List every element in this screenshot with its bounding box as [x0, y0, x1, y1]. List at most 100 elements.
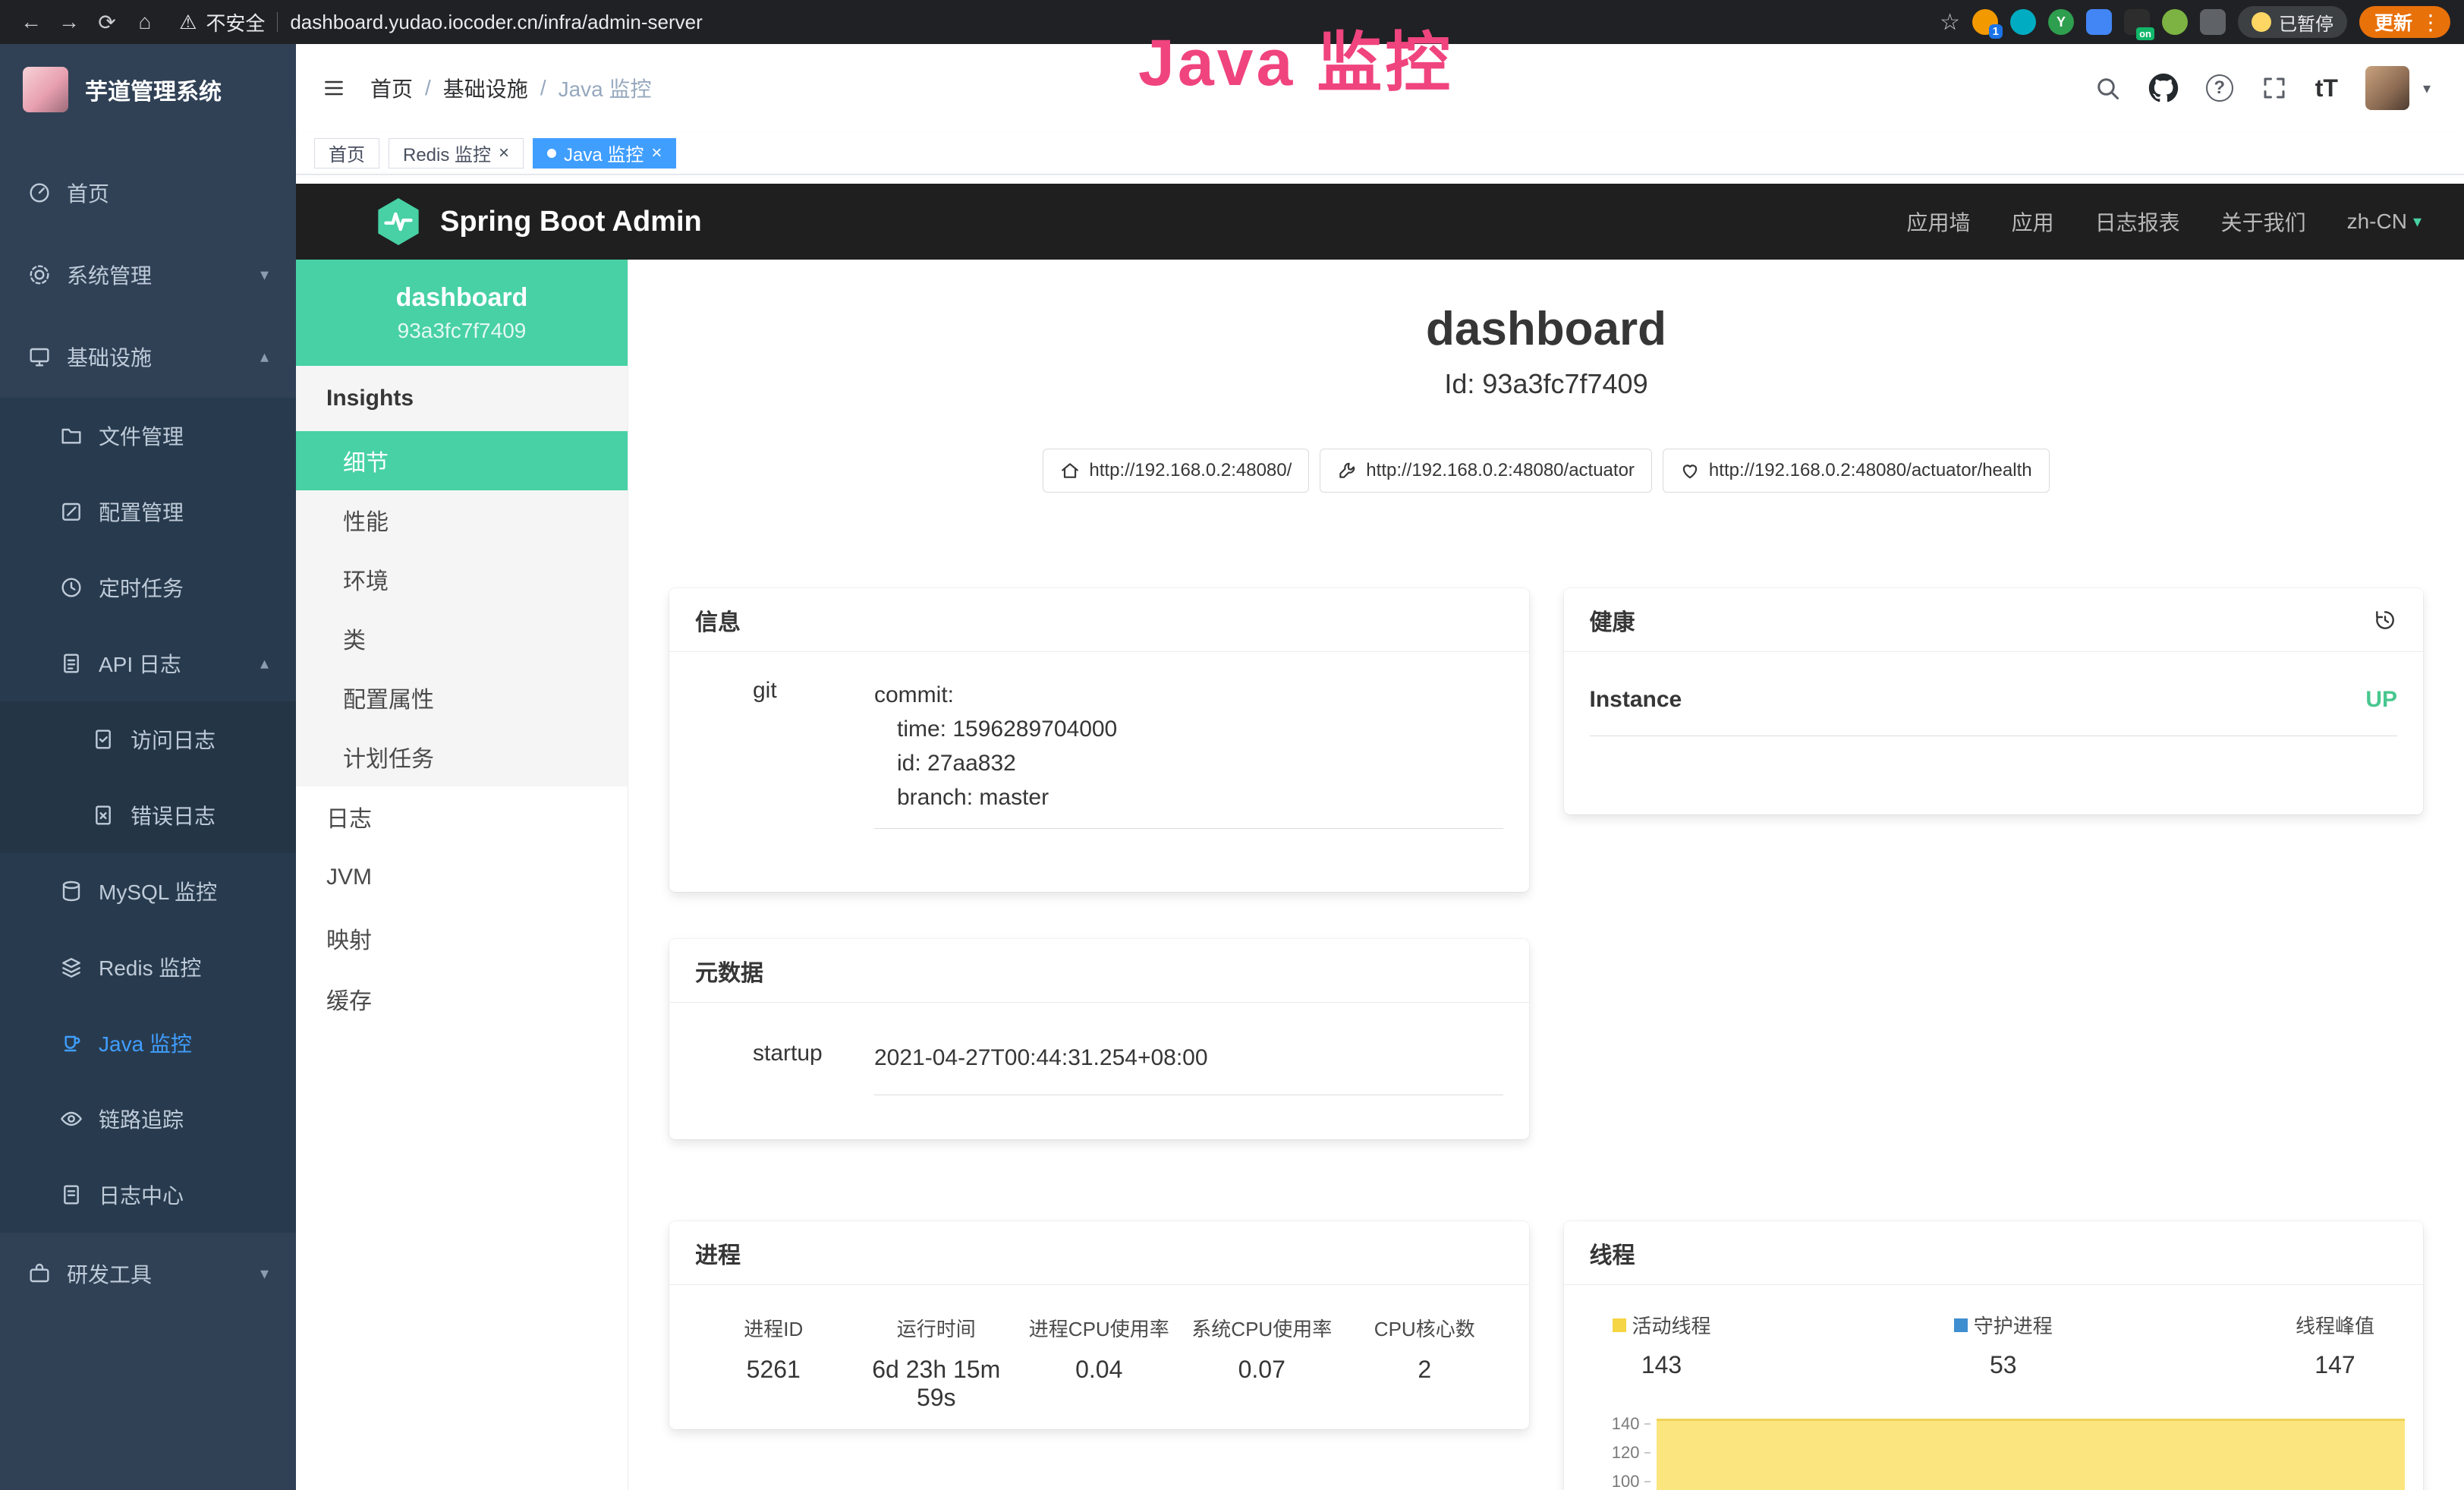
sba-menu-logs[interactable]: 日志 — [296, 786, 628, 847]
actuator-url-link[interactable]: http://192.168.0.2:48080/actuator — [1320, 449, 1652, 493]
extension-icon-1[interactable]: 1 — [1972, 9, 1998, 35]
sba-header: Spring Boot Admin 应用墙 应用 日志报表 关于我们 zh-CN… — [296, 184, 2464, 260]
extension-icon-5[interactable]: on — [2124, 9, 2150, 35]
sidebar-item-access-logs[interactable]: 访问日志 — [0, 701, 296, 777]
extension-icon-2[interactable] — [2010, 9, 2036, 35]
sba-menu-environment[interactable]: 环境 — [296, 550, 628, 609]
sidebar-item-dev-tools[interactable]: 研发工具 ▾ — [0, 1233, 296, 1315]
app-frame: 芋道管理系统 首页 系统管理 ▾ 基础设施 ▴ 文件管理 — [0, 44, 2464, 1490]
sidebar-item-scheduled-tasks[interactable]: 定时任务 — [0, 550, 296, 625]
address-bar[interactable]: ⚠ 不安全 dashboard.yudao.iocoder.cn/infra/a… — [179, 8, 703, 36]
paused-badge[interactable]: 已暂停 — [2238, 6, 2347, 38]
warning-triangle-icon: ⚠ — [179, 11, 197, 34]
home-icon — [1060, 461, 1080, 480]
sba-menu-performance[interactable]: 性能 — [296, 490, 628, 550]
active-dot — [547, 149, 556, 158]
tab-java-monitor[interactable]: Java 监控 × — [533, 138, 676, 169]
process-stats: 进程ID 5261 运行时间 6d 23h 15m 59s 进程CPU使用率 — [669, 1285, 1529, 1412]
sba-nav-wallboard[interactable]: 应用墙 — [1907, 206, 1971, 237]
sidebar-item-redis-monitor[interactable]: Redis 监控 — [0, 929, 296, 1005]
sidebar-item-java-monitor[interactable]: Java 监控 — [0, 1005, 296, 1081]
hamburger-icon[interactable] — [322, 76, 346, 100]
sidebar-item-mysql-monitor[interactable]: MySQL 监控 — [0, 853, 296, 929]
sba-instance-header[interactable]: dashboard 93a3fc7f7409 — [296, 260, 628, 366]
instance-url-link[interactable]: http://192.168.0.2:48080/ — [1043, 449, 1309, 493]
help-icon[interactable]: ? — [2206, 74, 2233, 102]
database-icon — [59, 879, 83, 903]
forward-icon[interactable]: → — [52, 5, 87, 39]
tab-home[interactable]: 首页 — [314, 138, 379, 169]
sidebar-menu: 首页 系统管理 ▾ 基础设施 ▴ 文件管理 配置管理 定时 — [0, 135, 296, 1315]
clock-icon — [59, 575, 83, 600]
sba-menu-classes[interactable]: 类 — [296, 609, 628, 668]
sidebar-item-home[interactable]: 首页 — [0, 152, 296, 234]
sba-menu-mappings[interactable]: 映射 — [296, 908, 628, 969]
eye-icon — [59, 1107, 83, 1131]
sba-menu-scheduled-tasks[interactable]: 计划任务 — [296, 727, 628, 786]
reload-icon[interactable]: ⟳ — [90, 5, 124, 39]
info-card-header: 信息 — [669, 588, 1529, 652]
wrench-icon — [1337, 461, 1357, 480]
sba-menu-details[interactable]: 细节 — [296, 431, 628, 490]
sba-language-select[interactable]: zh-CN ▾ — [2347, 209, 2422, 234]
sba-sidebar: dashboard 93a3fc7f7409 Insights 细节 性能 环境… — [296, 260, 628, 1490]
chart-plot-area — [1657, 1402, 2406, 1490]
tabs-bar: 首页 Redis 监控 × Java 监控 × — [296, 132, 2464, 175]
home-icon[interactable]: ⌂ — [127, 5, 162, 39]
sidebar-item-trace[interactable]: 链路追踪 — [0, 1081, 296, 1157]
extension-icon-7[interactable] — [2200, 9, 2226, 35]
browser-actions-group: ☆ 1 Y on 已暂停 更新 ⋮ — [1940, 6, 2450, 38]
kebab-menu-icon[interactable]: ⋮ — [2420, 10, 2441, 35]
extension-icon-4[interactable] — [2086, 9, 2112, 35]
sba-menu-config-props[interactable]: 配置属性 — [296, 668, 628, 727]
chevron-down-icon[interactable]: ▾ — [2423, 79, 2431, 98]
sba-brand[interactable]: Spring Boot Admin — [375, 198, 702, 245]
process-card: 进程 进程ID 5261 运行时间 6d 23h 15m — [669, 1221, 1529, 1429]
tab-redis-monitor[interactable]: Redis 监控 × — [389, 138, 524, 169]
breadcrumb-home[interactable]: 首页 — [370, 73, 413, 103]
extension-icon-6[interactable] — [2162, 9, 2188, 35]
update-button[interactable]: 更新 ⋮ — [2359, 6, 2450, 38]
sba-nav-journal[interactable]: 日志报表 — [2095, 206, 2180, 237]
sidebar-item-api-logs[interactable]: API 日志 ▴ — [0, 625, 296, 701]
sba-nav-applications[interactable]: 应用 — [2012, 206, 2054, 237]
extension-icon-3[interactable]: Y — [2048, 9, 2074, 35]
sba-content: dashboard Id: 93a3fc7f7409 http://192.16… — [628, 260, 2464, 1490]
sidebar-item-config-management[interactable]: 配置管理 — [0, 474, 296, 550]
search-icon[interactable] — [2094, 74, 2121, 102]
font-size-icon[interactable]: tT — [2315, 74, 2338, 102]
breadcrumb-infrastructure[interactable]: 基础设施 — [443, 73, 528, 103]
folder-icon — [59, 424, 83, 448]
sba-menu-caches[interactable]: 缓存 — [296, 969, 628, 1029]
sba-insights-section-label: Insights — [296, 366, 628, 431]
metadata-card-body: startup 2021-04-27T00:44:31.254+08:00 — [669, 1003, 1529, 1095]
status-badge: UP — [2365, 687, 2397, 713]
user-avatar[interactable] — [2365, 66, 2409, 110]
close-icon[interactable]: × — [499, 144, 509, 162]
fullscreen-icon[interactable] — [2261, 74, 2288, 102]
sidebar-item-log-center[interactable]: 日志中心 — [0, 1157, 296, 1233]
app-brand[interactable]: 芋道管理系统 — [0, 44, 296, 135]
heart-icon — [1680, 461, 1700, 480]
close-icon[interactable]: × — [651, 144, 662, 162]
sidebar-item-file-management[interactable]: 文件管理 — [0, 398, 296, 474]
sidebar-item-system-management[interactable]: 系统管理 ▾ — [0, 234, 296, 316]
metadata-card-header: 元数据 — [669, 939, 1529, 1003]
github-icon[interactable] — [2148, 73, 2179, 103]
sidebar-item-infrastructure[interactable]: 基础设施 ▴ — [0, 316, 296, 398]
sba-menu-jvm[interactable]: JVM — [296, 847, 628, 908]
bookmark-star-icon[interactable]: ☆ — [1940, 9, 1960, 36]
blue-swatch-icon — [1954, 1318, 1968, 1332]
info-key: git — [753, 678, 874, 829]
back-icon[interactable]: ← — [14, 5, 49, 39]
sba-menu-others: 日志 JVM 映射 缓存 — [296, 786, 628, 1029]
health-instance-label: Instance — [1590, 687, 1682, 713]
sba-nav-about[interactable]: 关于我们 — [2221, 206, 2306, 237]
health-url-link[interactable]: http://192.168.0.2:48080/actuator/health — [1663, 449, 2050, 493]
smiley-icon — [2252, 12, 2271, 32]
page-subtitle: Id: 93a3fc7f7409 — [669, 368, 2423, 400]
threads-chart: 140 120 100 — [1597, 1402, 2406, 1490]
brand-logo-image — [23, 67, 68, 112]
history-icon[interactable] — [2373, 608, 2397, 632]
sidebar-item-error-logs[interactable]: 错误日志 — [0, 777, 296, 853]
